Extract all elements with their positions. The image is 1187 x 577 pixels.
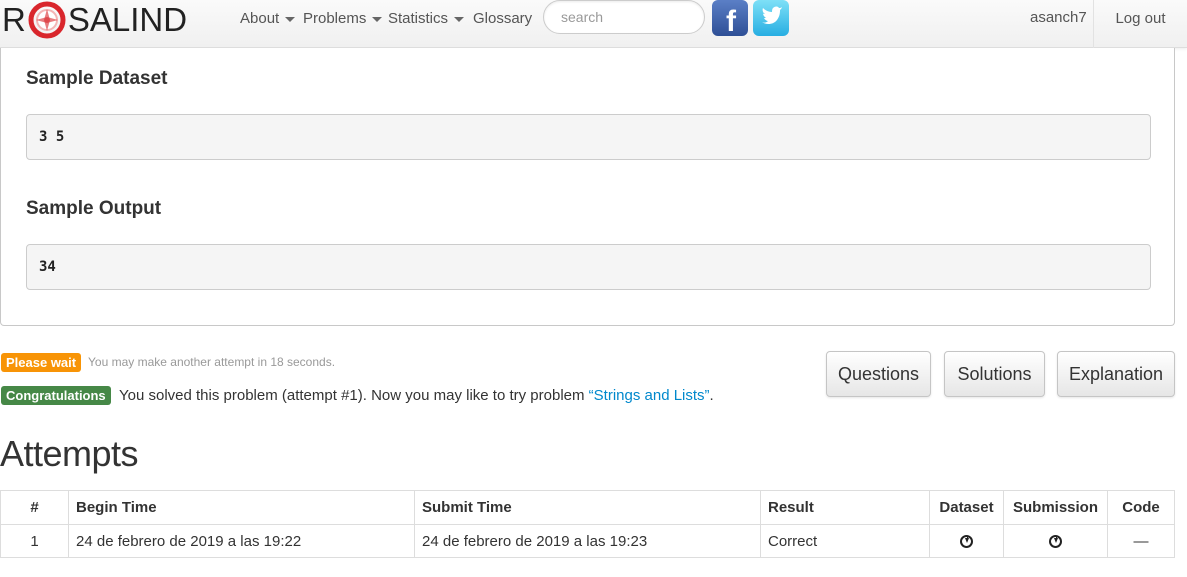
nav-glossary-label: Glossary — [473, 9, 533, 27]
col-header-submission: Submission — [1003, 490, 1108, 525]
sample-dataset-box: 3 5 — [26, 114, 1151, 160]
rosalind-logo[interactable]: R SALIND — [2, 1, 188, 39]
nav-glossary[interactable]: Glossary — [473, 9, 532, 27]
cell-submit-time: 24 de febrero de 2019 a las 19:23 — [414, 524, 761, 558]
cell-num: 1 — [0, 524, 69, 558]
success-message-suffix: . — [709, 387, 714, 404]
nav-statistics[interactable]: Statistics — [388, 9, 465, 27]
twitter-icon[interactable] — [753, 0, 789, 36]
caret-down-icon — [454, 16, 465, 22]
nav-about-label: About — [240, 9, 280, 27]
sample-output-box: 34 — [26, 244, 1151, 290]
sample-dataset-heading: Sample Dataset — [26, 68, 168, 89]
cell-begin-time: 24 de febrero de 2019 a las 19:22 — [68, 524, 415, 558]
solutions-button[interactable]: Solutions — [944, 351, 1045, 397]
facebook-icon[interactable]: f — [712, 0, 748, 38]
caret-down-icon — [285, 16, 296, 22]
col-header-submit-time: Submit Time — [414, 490, 761, 525]
col-header-num: # — [0, 490, 69, 525]
nav-about[interactable]: About — [240, 9, 296, 27]
facebook-glyph: f — [726, 5, 737, 36]
next-problem-link[interactable]: “Strings and Lists” — [589, 387, 710, 404]
search-input[interactable] — [543, 0, 705, 34]
table-header-row: # Begin Time Submit Time Result Dataset … — [0, 490, 1175, 525]
problem-panel: Sample Dataset 3 5 Sample Output 34 — [0, 48, 1175, 326]
explanation-button[interactable]: Explanation — [1057, 351, 1175, 397]
logout-link[interactable]: Log out — [1093, 0, 1187, 48]
cell-dataset — [929, 524, 1004, 558]
cell-submission — [1003, 524, 1108, 558]
username[interactable]: asanch7 — [1030, 9, 1087, 26]
rosalind-emblem-icon — [28, 1, 66, 39]
nav-problems[interactable]: Problems — [303, 9, 383, 27]
congratulations-badge: Congratulations — [1, 386, 111, 405]
attempts-table: # Begin Time Submit Time Result Dataset … — [0, 490, 1175, 558]
please-wait-badge: Please wait — [1, 353, 82, 372]
col-header-code: Code — [1107, 490, 1175, 525]
questions-button[interactable]: Questions — [826, 351, 931, 397]
col-header-dataset: Dataset — [929, 490, 1004, 525]
attempts-heading: Attempts — [0, 433, 139, 474]
col-header-begin-time: Begin Time — [68, 490, 415, 525]
cell-code: — — [1107, 524, 1175, 558]
cell-result: Correct — [760, 524, 930, 558]
success-message-text: You solved this problem (attempt #1). No… — [119, 387, 589, 404]
col-header-result: Result — [760, 490, 930, 525]
caret-down-icon — [372, 16, 383, 22]
download-submission-icon[interactable] — [1049, 535, 1062, 549]
nav-problems-label: Problems — [303, 9, 367, 27]
success-message: You solved this problem (attempt #1). No… — [119, 387, 714, 404]
brand-letter-r: R — [2, 1, 26, 38]
wait-message: You may make another attempt in 18 secon… — [88, 355, 336, 369]
top-navbar: R SALIND About Problems Statistics Gloss… — [0, 0, 1187, 48]
brand-wordmark: SALIND — [67, 1, 188, 38]
nav-statistics-label: Statistics — [388, 9, 449, 27]
table-row: 1 24 de febrero de 2019 a las 19:22 24 d… — [0, 524, 1175, 558]
download-dataset-icon[interactable] — [960, 535, 973, 549]
sample-output-heading: Sample Output — [26, 198, 162, 219]
